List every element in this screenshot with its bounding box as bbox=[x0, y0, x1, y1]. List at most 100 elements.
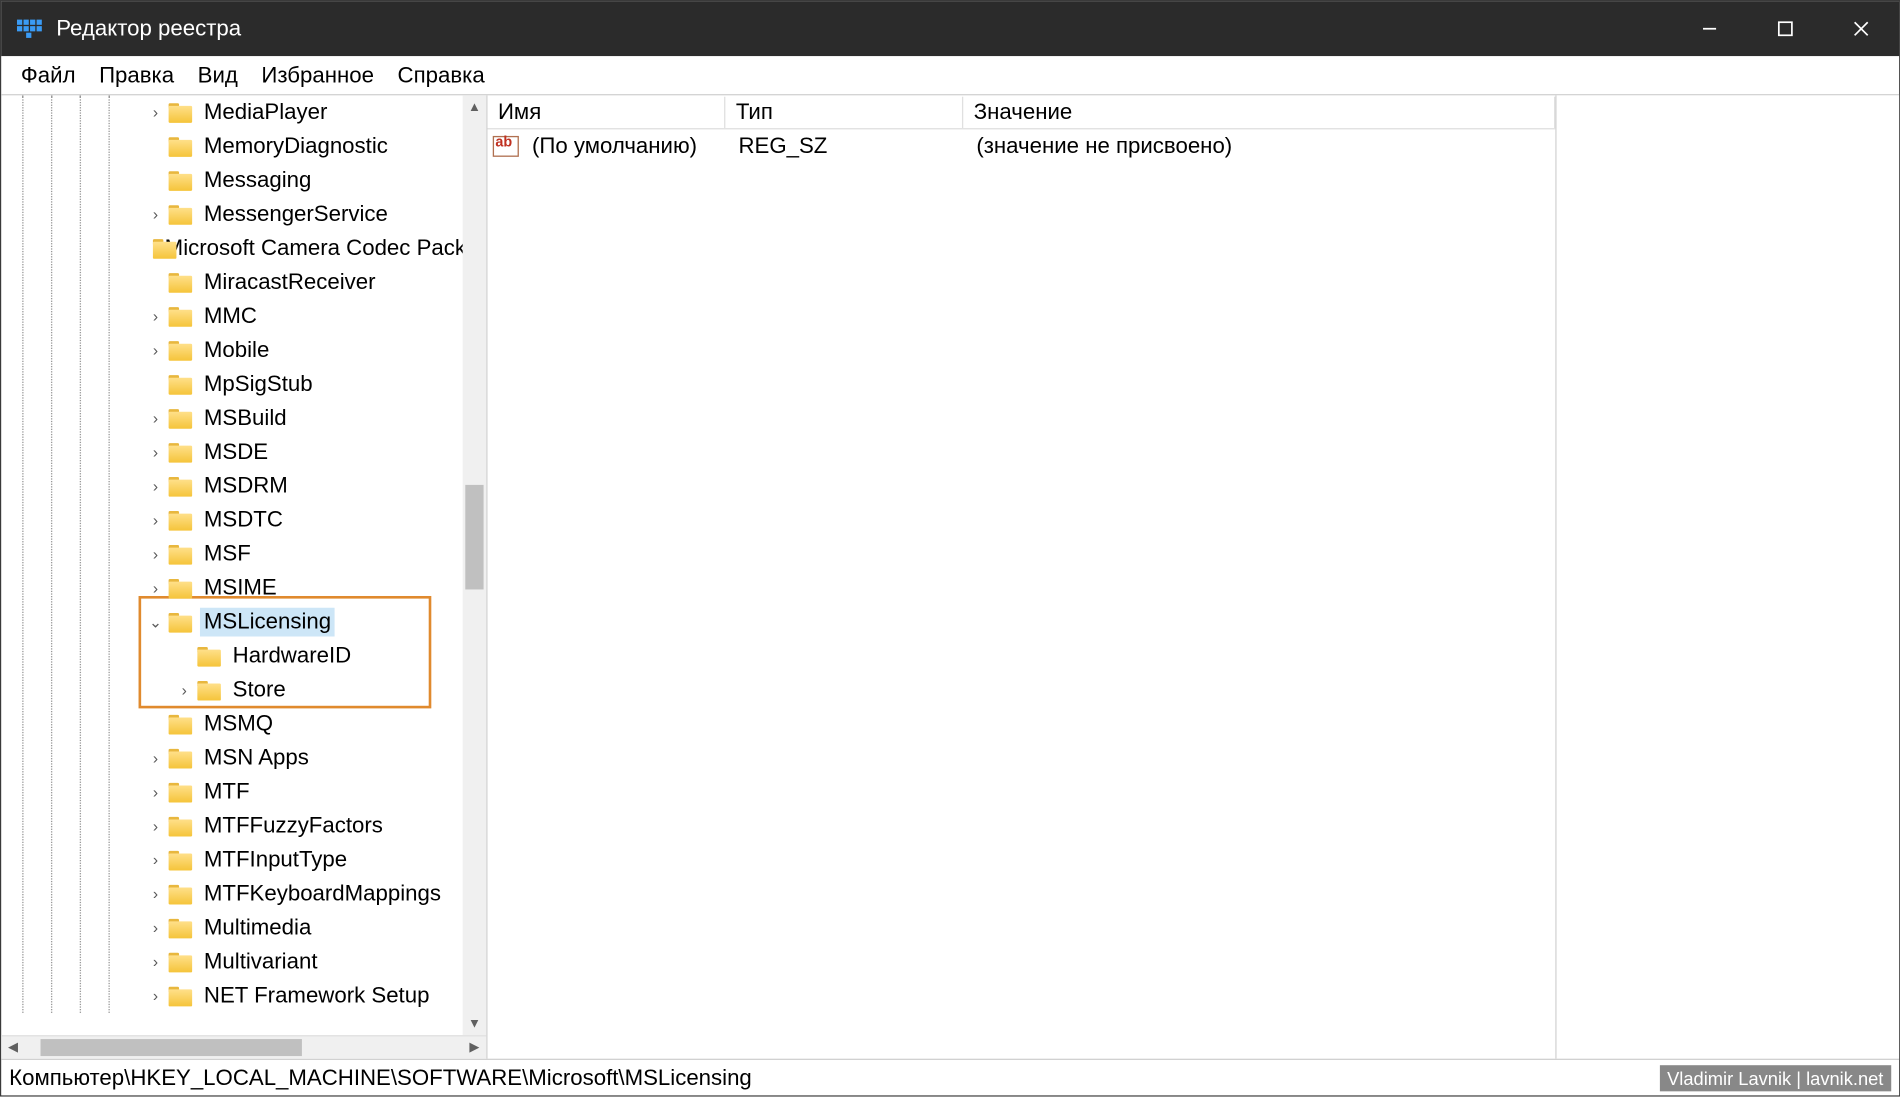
tree-item[interactable]: ›MSN Apps bbox=[1, 741, 462, 775]
registry-tree[interactable]: ›MediaPlayer›MemoryDiagnostic›Messaging›… bbox=[1, 95, 462, 1035]
tree-item[interactable]: ›MSBuild bbox=[1, 401, 462, 435]
tree-item-label: Store bbox=[229, 676, 290, 705]
value-row[interactable]: (По умолчанию) REG_SZ (значение не присв… bbox=[488, 129, 1556, 163]
folder-icon bbox=[169, 205, 193, 225]
tree-item[interactable]: › MTFKeyboardMappings bbox=[1, 877, 462, 911]
scroll-down-arrow[interactable]: ▼ bbox=[463, 1012, 487, 1036]
minimize-button[interactable] bbox=[1672, 1, 1748, 56]
tree-item[interactable]: › MessengerService bbox=[1, 197, 462, 231]
hscroll-thumb[interactable] bbox=[41, 1039, 302, 1056]
scroll-up-arrow[interactable]: ▲ bbox=[463, 95, 487, 119]
values-header: Имя Тип Значение bbox=[488, 95, 1556, 129]
folder-icon bbox=[169, 748, 193, 768]
menu-favorites[interactable]: Избранное bbox=[250, 58, 386, 92]
chevron-right-icon[interactable]: › bbox=[145, 103, 166, 121]
tree-item[interactable]: › Multimedia bbox=[1, 911, 462, 945]
chevron-right-icon[interactable]: › bbox=[145, 953, 166, 971]
tree-item[interactable]: ›Multivariant bbox=[1, 945, 462, 979]
menubar: Файл Правка Вид Избранное Справка bbox=[1, 56, 1899, 95]
tree-item[interactable]: ›Messaging bbox=[1, 163, 462, 197]
column-type[interactable]: Тип bbox=[725, 96, 963, 127]
tree-item-label: MessengerService bbox=[200, 200, 392, 229]
tree-item[interactable]: ›HardwareID bbox=[1, 639, 462, 673]
tree-item[interactable]: ›MpSigStub bbox=[1, 367, 462, 401]
tree-item-label: HardwareID bbox=[229, 642, 355, 671]
scroll-left-arrow[interactable]: ◀ bbox=[1, 1036, 25, 1058]
tree-item-label: MTF bbox=[200, 778, 254, 807]
folder-icon bbox=[169, 374, 193, 394]
chevron-right-icon[interactable]: › bbox=[174, 681, 195, 699]
tree-item[interactable]: ›MediaPlayer bbox=[1, 95, 462, 129]
chevron-right-icon[interactable]: › bbox=[145, 817, 166, 835]
menu-file[interactable]: Файл bbox=[9, 58, 87, 92]
tree-item[interactable]: ›MSMQ bbox=[1, 707, 462, 741]
main-body: ›MediaPlayer›MemoryDiagnostic›Messaging›… bbox=[1, 95, 1899, 1058]
tree-item[interactable]: › Mobile bbox=[1, 333, 462, 367]
hscroll-track[interactable] bbox=[25, 1036, 463, 1058]
chevron-right-icon[interactable]: › bbox=[145, 511, 166, 529]
chevron-down-icon[interactable]: ⌄ bbox=[145, 613, 166, 631]
folder-icon bbox=[169, 103, 193, 123]
tree-item[interactable]: ›MTFInputType bbox=[1, 843, 462, 877]
chevron-right-icon[interactable]: › bbox=[145, 579, 166, 597]
tree-item[interactable]: › Store bbox=[1, 673, 462, 707]
folder-icon bbox=[197, 646, 221, 666]
tree-item-label: MSDE bbox=[200, 438, 272, 467]
folder-icon bbox=[169, 476, 193, 496]
tree-item-label: MiracastReceiver bbox=[200, 268, 379, 297]
tree-item[interactable]: ›MSIME bbox=[1, 571, 462, 605]
chevron-right-icon[interactable]: › bbox=[145, 545, 166, 563]
maximize-button[interactable] bbox=[1747, 1, 1823, 56]
tree-item[interactable]: ›MSDRM bbox=[1, 469, 462, 503]
menu-view[interactable]: Вид bbox=[186, 58, 250, 92]
scroll-right-arrow[interactable]: ▶ bbox=[463, 1036, 487, 1058]
chevron-right-icon[interactable]: › bbox=[145, 919, 166, 937]
chevron-right-icon[interactable]: › bbox=[145, 205, 166, 223]
tree-item[interactable]: ›NET Framework Setup bbox=[1, 979, 462, 1013]
window-title: Редактор реестра bbox=[56, 16, 241, 42]
scroll-thumb[interactable] bbox=[465, 485, 483, 590]
chevron-right-icon[interactable]: › bbox=[145, 851, 166, 869]
tree-item[interactable]: ⌄MSLicensing bbox=[1, 605, 462, 639]
tree-item[interactable]: ›MiracastReceiver bbox=[1, 265, 462, 299]
tree-item[interactable]: › MTF bbox=[1, 775, 462, 809]
chevron-right-icon[interactable]: › bbox=[145, 341, 166, 359]
watermark: Vladimir Lavnik | lavnik.net bbox=[1659, 1065, 1891, 1091]
tree-item[interactable]: ›MemoryDiagnostic bbox=[1, 129, 462, 163]
chevron-right-icon[interactable]: › bbox=[145, 987, 166, 1005]
tree-item[interactable]: ›MSDTC bbox=[1, 503, 462, 537]
chevron-right-icon[interactable]: › bbox=[145, 783, 166, 801]
chevron-right-icon[interactable]: › bbox=[145, 885, 166, 903]
tree-horizontal-scrollbar[interactable]: ◀ ▶ bbox=[1, 1035, 486, 1059]
folder-icon bbox=[169, 782, 193, 802]
folder-icon bbox=[169, 578, 193, 598]
tree-item[interactable]: ›MSF bbox=[1, 537, 462, 571]
menu-edit[interactable]: Правка bbox=[87, 58, 186, 92]
folder-icon bbox=[169, 273, 193, 293]
tree-item-label: Mobile bbox=[200, 336, 273, 365]
tree-item[interactable]: ›MMC bbox=[1, 299, 462, 333]
column-name[interactable]: Имя bbox=[488, 96, 726, 127]
values-list[interactable]: (По умолчанию) REG_SZ (значение не присв… bbox=[488, 129, 1556, 1058]
tree-item[interactable]: ›MTFFuzzyFactors bbox=[1, 809, 462, 843]
tree-item[interactable]: ›Microsoft Camera Codec Pack bbox=[1, 231, 462, 265]
menu-help[interactable]: Справка bbox=[386, 58, 497, 92]
folder-icon bbox=[169, 408, 193, 428]
column-value[interactable]: Значение bbox=[963, 96, 1555, 127]
folder-icon bbox=[197, 680, 221, 700]
folder-icon bbox=[169, 442, 193, 462]
tree-item-label: MTFKeyboardMappings bbox=[200, 880, 445, 909]
chevron-right-icon[interactable]: › bbox=[145, 749, 166, 767]
chevron-right-icon[interactable]: › bbox=[145, 307, 166, 325]
tree-item-label: Multimedia bbox=[200, 914, 315, 943]
chevron-right-icon[interactable]: › bbox=[145, 409, 166, 427]
folder-icon bbox=[169, 816, 193, 836]
values-panel: Имя Тип Значение (По умолчанию) REG_SZ (… bbox=[488, 95, 1556, 1058]
tree-vertical-scrollbar[interactable]: ▲ ▼ bbox=[463, 95, 487, 1035]
tree-item[interactable]: › MSDE bbox=[1, 435, 462, 469]
close-button[interactable] bbox=[1823, 1, 1899, 56]
value-type: REG_SZ bbox=[728, 131, 966, 162]
scroll-track[interactable] bbox=[463, 119, 487, 1012]
chevron-right-icon[interactable]: › bbox=[145, 477, 166, 495]
chevron-right-icon[interactable]: › bbox=[145, 443, 166, 461]
